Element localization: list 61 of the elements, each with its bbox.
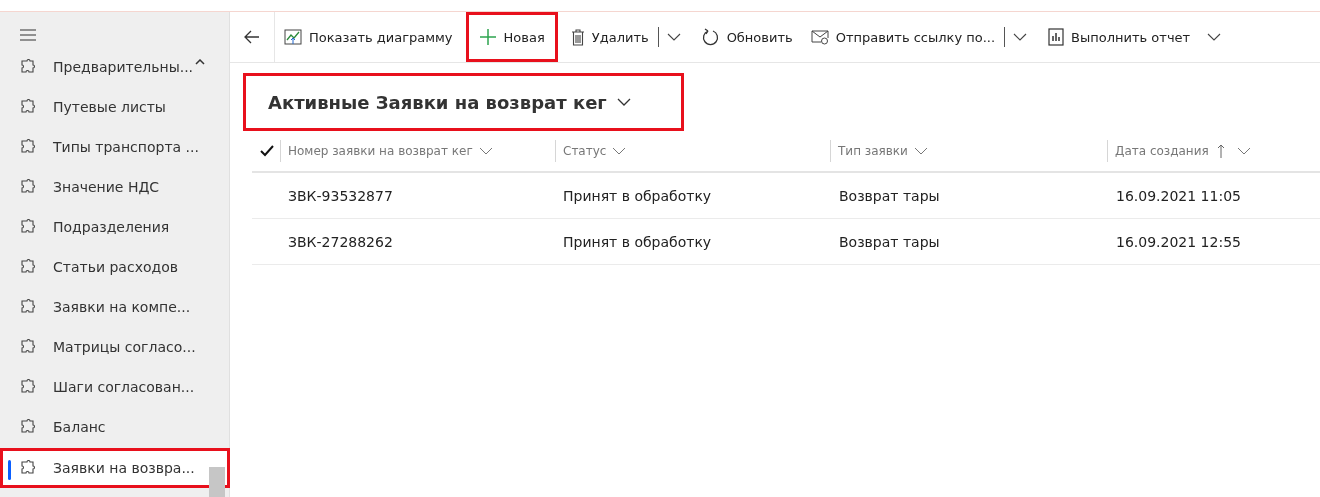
chevron-down-icon <box>913 147 928 155</box>
column-header[interactable]: Статус <box>555 140 830 162</box>
sidebar-item[interactable]: Статьи расходов <box>0 247 210 287</box>
toolbar-button[interactable]: Удалить <box>561 12 658 62</box>
toolbar-button[interactable]: Обновить <box>692 12 802 62</box>
refresh-icon <box>701 28 720 46</box>
plus-icon <box>478 28 497 46</box>
sidebar-item[interactable]: Путевые листы <box>0 87 210 127</box>
sidebar-item[interactable]: Заявки на возвра... <box>0 448 230 488</box>
caret-up-icon[interactable] <box>195 59 205 65</box>
toolbar-button[interactable]: Выполнить отчет <box>1039 12 1200 62</box>
table-cell-text: 16.09.2021 12:55 <box>1116 233 1242 250</box>
chevron-down-icon <box>1236 147 1251 155</box>
sidebar-item[interactable]: Типы транспорта ... <box>0 127 210 167</box>
puzzle-icon <box>20 99 36 115</box>
table-cell-text: Возврат тары <box>839 187 941 204</box>
sidebar-item[interactable]: Баланс <box>0 407 210 447</box>
column-header[interactable]: Номер заявки на возврат кег <box>280 140 555 162</box>
toolbar-button[interactable]: Новая <box>465 12 558 62</box>
column-header[interactable]: Тип заявки <box>830 140 1107 162</box>
mail-icon <box>810 29 829 45</box>
back-arrow-icon <box>244 30 260 44</box>
puzzle-icon <box>20 339 36 355</box>
puzzle-icon <box>20 59 36 75</box>
table-cell-text: Возврат тары <box>839 233 941 250</box>
chevron-down-icon <box>616 98 631 106</box>
sidebar-item[interactable]: Матрицы согласо... <box>0 327 210 367</box>
trash-icon <box>570 28 585 46</box>
column-header[interactable]: Дата создания <box>1107 140 1320 162</box>
puzzle-icon <box>20 219 36 235</box>
table-cell-text: 16.09.2021 11:05 <box>1116 187 1242 204</box>
chevron-down-icon <box>612 147 627 155</box>
report-icon <box>1048 28 1065 46</box>
chevron-down-icon <box>478 147 493 155</box>
puzzle-icon <box>20 259 36 275</box>
chevron-down-icon <box>1013 33 1028 41</box>
puzzle-icon <box>20 379 36 395</box>
view-selector[interactable]: Активные Заявки на возврат кег <box>243 73 684 131</box>
sidebar-item[interactable]: Подразделения <box>0 207 210 247</box>
table-cell-text: Принят в обработку <box>563 233 713 250</box>
table-cell-text: ЗВК-93532877 <box>288 187 394 204</box>
sort-up-icon <box>1216 144 1225 158</box>
puzzle-icon <box>20 299 36 315</box>
toolbar-button[interactable]: Отправить ссылку по... <box>801 12 1005 62</box>
scrollbar-thumb[interactable] <box>209 467 225 497</box>
table-cell-text: ЗВК-27288262 <box>288 233 394 250</box>
menu-icon[interactable] <box>20 29 36 41</box>
puzzle-icon <box>20 139 36 155</box>
chevron-down-icon <box>666 33 681 41</box>
chart-icon <box>284 29 302 45</box>
sidebar-item[interactable]: Шаги согласован... <box>0 367 210 407</box>
sidebar-item[interactable]: Предварительны... <box>0 47 210 87</box>
puzzle-icon <box>20 179 36 195</box>
sidebar-item[interactable]: Значение НДС <box>0 167 210 207</box>
puzzle-icon <box>20 419 36 435</box>
sidebar-item[interactable]: Заявки на компе... <box>0 287 210 327</box>
puzzle-icon <box>20 460 36 476</box>
table-cell-text: Принят в обработку <box>563 187 713 204</box>
toolbar-button[interactable]: Показать диаграмму <box>275 12 462 62</box>
chevron-down-icon <box>1207 33 1222 41</box>
checkmark-icon[interactable] <box>260 145 274 157</box>
